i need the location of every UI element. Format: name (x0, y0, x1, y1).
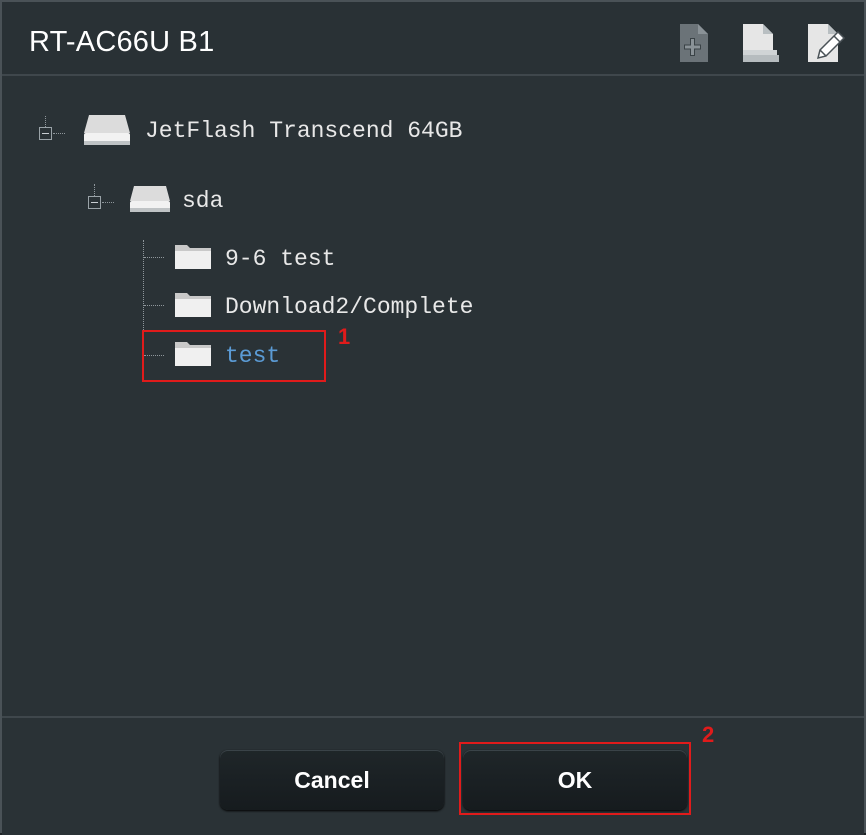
drive-icon[interactable] (82, 113, 132, 147)
drive-icon[interactable] (128, 184, 172, 214)
tree-line (45, 116, 46, 127)
folder-icon[interactable] (173, 289, 213, 319)
folder-icon[interactable] (173, 241, 213, 271)
tree-node-folder[interactable]: 9-6 test (225, 246, 335, 272)
document-icon (743, 24, 779, 62)
annotation-number-step1: 1 (338, 324, 351, 349)
edit-button[interactable] (804, 22, 846, 68)
tree-line (144, 305, 164, 306)
folder-tree: JetFlash Transcend 64GB sda 9-6 test Dow… (2, 76, 864, 716)
folder-picker-dialog: RT-AC66U B1 JetFlash Transcend 64GB sda … (0, 0, 866, 835)
tree-line (94, 184, 95, 196)
add-folder-icon (680, 24, 708, 62)
tree-line (102, 202, 114, 203)
collapse-toggle-root[interactable] (39, 127, 52, 140)
dialog-footer: Cancel OK (2, 716, 864, 835)
document-button[interactable] (739, 22, 781, 68)
annotation-number-step2: 2 (702, 722, 715, 747)
tree-line (144, 257, 164, 258)
tree-node-folder[interactable]: Download2/Complete (225, 294, 473, 320)
cancel-button[interactable]: Cancel (220, 750, 444, 810)
add-folder-button[interactable] (674, 22, 716, 68)
tree-line (53, 133, 65, 134)
dialog-title: RT-AC66U B1 (29, 26, 215, 58)
annotation-highlight-step1 (142, 330, 326, 382)
dialog-header: RT-AC66U B1 (2, 2, 864, 76)
tree-node-drive[interactable]: JetFlash Transcend 64GB (145, 118, 462, 144)
collapse-toggle-sda[interactable] (88, 196, 101, 209)
edit-icon (808, 24, 846, 62)
annotation-highlight-step2 (459, 742, 691, 815)
tree-node-sda[interactable]: sda (182, 188, 223, 214)
